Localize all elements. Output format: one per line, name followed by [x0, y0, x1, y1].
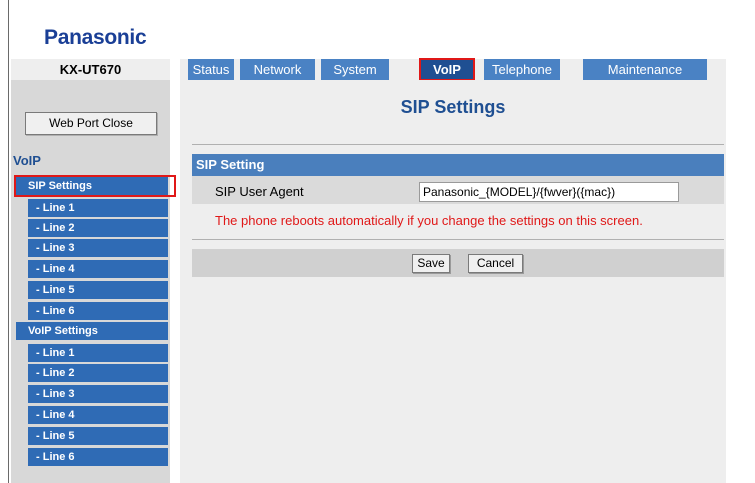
cancel-button[interactable]: Cancel — [468, 254, 523, 273]
sidebar-item-sip-line-1[interactable]: - Line 1 — [28, 199, 168, 217]
sidebar-item-voip-line-4[interactable]: - Line 4 — [28, 406, 168, 424]
sidebar-item-sip-settings[interactable]: SIP Settings — [14, 175, 176, 197]
reboot-warning: The phone reboots automatically if you c… — [215, 213, 643, 228]
tab-voip[interactable]: VoIP — [419, 58, 475, 81]
save-button[interactable]: Save — [412, 254, 450, 273]
tab-system[interactable]: System — [321, 59, 389, 80]
page-title: SIP Settings — [400, 97, 506, 117]
divider — [192, 144, 724, 145]
tab-network[interactable]: Network — [240, 59, 315, 80]
sidebar-item-voip-line-5[interactable]: - Line 5 — [28, 427, 168, 445]
sip-user-agent-input[interactable] — [419, 182, 679, 202]
sidebar-item-voip-line-3[interactable]: - Line 3 — [28, 385, 168, 403]
main-content — [180, 80, 726, 483]
sidebar-item-voip-line-2[interactable]: - Line 2 — [28, 364, 168, 382]
sidebar-section-voip: VoIP — [13, 153, 41, 168]
sidebar-item-sip-line-4[interactable]: - Line 4 — [28, 260, 168, 278]
sidebar-item-voip-line-6[interactable]: - Line 6 — [28, 448, 168, 466]
tab-maintenance[interactable]: Maintenance — [583, 59, 707, 80]
model-label: KX-UT670 — [11, 59, 170, 80]
section-header-sip-setting: SIP Setting — [192, 154, 724, 176]
web-port-close-button[interactable]: Web Port Close — [25, 112, 157, 135]
sidebar-item-voip-line-1[interactable]: - Line 1 — [28, 344, 168, 362]
divider — [192, 239, 724, 240]
top-nav-tabs: Status Network System VoIP Telephone Mai… — [180, 58, 726, 81]
panasonic-logo: Panasonic — [44, 26, 147, 49]
sidebar-item-sip-line-2[interactable]: - Line 2 — [28, 219, 168, 237]
tab-status[interactable]: Status — [188, 59, 234, 80]
sidebar-item-sip-line-6[interactable]: - Line 6 — [28, 302, 168, 320]
sidebar-item-sip-line-3[interactable]: - Line 3 — [28, 239, 168, 257]
left-border — [8, 0, 9, 483]
sidebar-item-voip-settings[interactable]: VoIP Settings — [16, 322, 168, 340]
sip-user-agent-label: SIP User Agent — [215, 184, 304, 199]
tab-telephone[interactable]: Telephone — [484, 59, 560, 80]
button-bar — [192, 249, 724, 277]
sidebar-item-sip-line-5[interactable]: - Line 5 — [28, 281, 168, 299]
